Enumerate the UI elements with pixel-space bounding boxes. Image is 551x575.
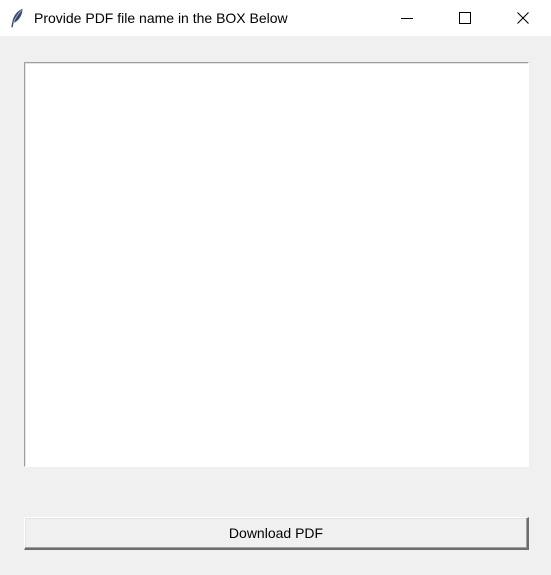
download-pdf-button[interactable]: Download PDF [24, 517, 529, 550]
minimize-icon [401, 12, 413, 24]
maximize-icon [459, 12, 471, 24]
app-window: Provide PDF file name in the BOX Below D… [0, 0, 551, 575]
title-bar[interactable]: Provide PDF file name in the BOX Below [0, 0, 551, 36]
download-pdf-button-label: Download PDF [228, 525, 324, 541]
close-button[interactable] [500, 0, 546, 36]
feather-icon [10, 8, 24, 28]
close-icon [517, 12, 529, 24]
maximize-button[interactable] [442, 0, 488, 36]
window-title: Provide PDF file name in the BOX Below [34, 10, 288, 26]
pdf-filename-textbox[interactable] [24, 62, 529, 467]
minimize-button[interactable] [384, 0, 430, 36]
